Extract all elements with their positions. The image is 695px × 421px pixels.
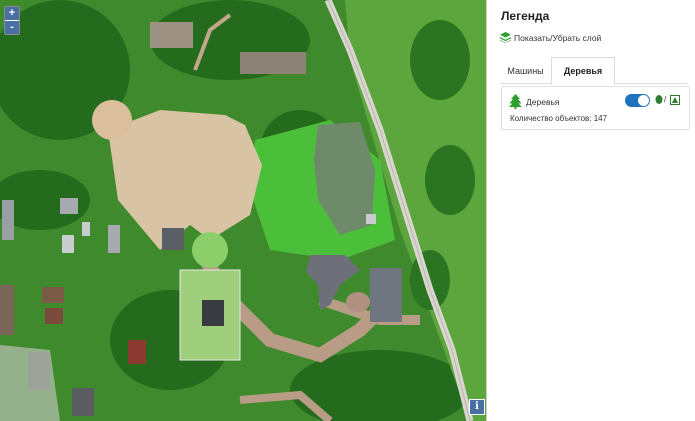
layer-visibility-toggle[interactable] <box>625 94 650 107</box>
legend-tabs: Машины Деревья <box>500 56 687 85</box>
zoom-control: + - <box>4 6 20 35</box>
legend-title: Легенда <box>501 9 550 23</box>
tab-trees[interactable]: Деревья <box>551 57 615 85</box>
tree-icon <box>509 94 522 109</box>
layer-card-trees: Деревья / Количество объектов: 147 <box>501 86 690 130</box>
map-view[interactable]: + - i <box>0 0 487 421</box>
conifer-tree-icon <box>670 95 680 105</box>
zoom-out-button[interactable]: - <box>5 20 19 34</box>
layer-name: Деревья <box>526 97 560 107</box>
tab-cars[interactable]: Машины <box>500 60 551 82</box>
toggle-layer-button[interactable]: Показать/Убрать слой <box>500 32 601 43</box>
object-count: Количество объектов: 147 <box>510 114 608 123</box>
symbol-separator: / <box>664 95 667 104</box>
info-icon: i <box>475 401 479 412</box>
zoom-in-button[interactable]: + <box>5 7 19 20</box>
legend-panel: Легенда Показать/Убрать слой Машины Дере… <box>487 0 695 421</box>
layers-icon <box>500 32 511 43</box>
toggle-layer-label: Показать/Убрать слой <box>514 32 602 43</box>
aerial-imagery <box>0 0 486 421</box>
deciduous-tree-icon <box>655 95 663 104</box>
info-button[interactable]: i <box>469 399 485 415</box>
